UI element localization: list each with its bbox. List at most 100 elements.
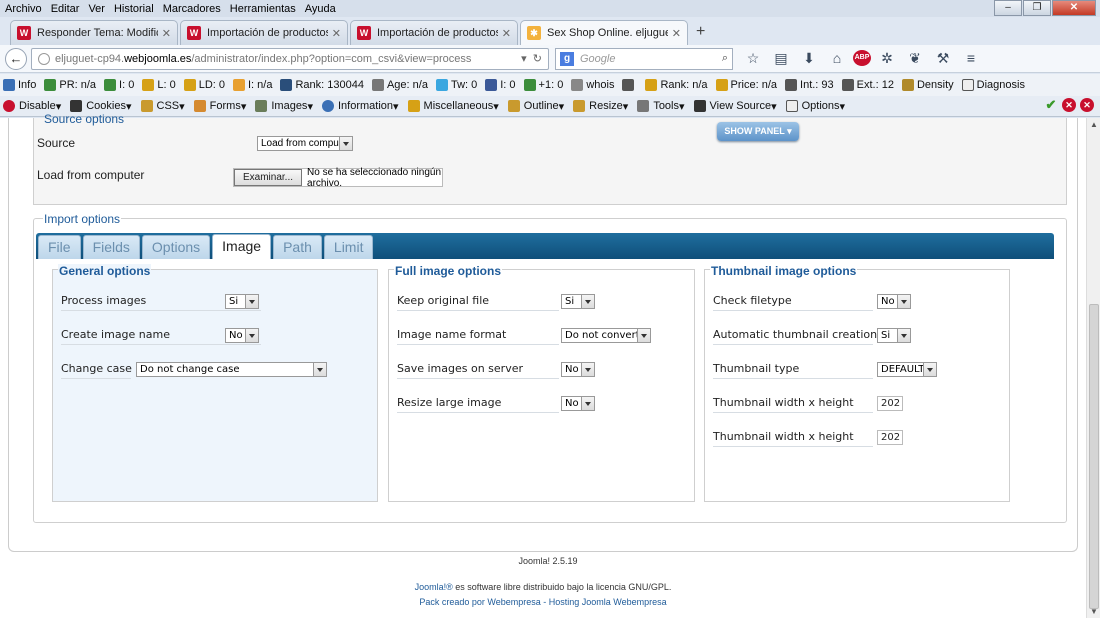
pack-credit-link[interactable]: Pack creado por Webempresa - Hosting Joo… <box>0 597 1086 607</box>
menu-ver[interactable]: Ver <box>88 3 105 15</box>
full-image-options-title: Full image options <box>394 264 503 278</box>
menu-archivo[interactable]: Archivo <box>5 3 42 15</box>
tab-options[interactable]: Options <box>141 235 211 259</box>
auto-thumbnail-select[interactable]: Si <box>877 328 911 343</box>
scroll-down-icon[interactable]: ▼ <box>1087 607 1100 616</box>
seo-item[interactable]: Price: n/a <box>715 79 777 91</box>
tab-file[interactable]: File <box>38 235 81 259</box>
seo-item[interactable]: whois <box>571 79 614 91</box>
close-tab-icon[interactable]: ✕ <box>672 27 681 40</box>
create-image-name-select[interactable]: No <box>225 328 259 343</box>
menu-editar[interactable]: Editar <box>51 3 80 15</box>
seo-item[interactable]: Density <box>901 79 954 91</box>
dev-item-tools[interactable]: Tools ▾ <box>637 100 685 113</box>
adblock-icon[interactable]: ABP <box>853 50 871 66</box>
browser-tab[interactable]: W Importación de productos ... ✕ <box>180 20 348 45</box>
menu-marcadores[interactable]: Marcadores <box>163 3 221 15</box>
page-scrollbar[interactable]: ▲ ▼ <box>1086 118 1100 618</box>
scrollbar-thumb[interactable] <box>1089 304 1099 609</box>
maximize-button[interactable]: ❐ <box>1023 0 1051 16</box>
dev-item-disable[interactable]: Disable ▾ <box>3 100 61 113</box>
tab-image[interactable]: Image <box>212 234 272 259</box>
seo-item[interactable]: Tw: 0 <box>435 79 477 91</box>
thumbnail-type-select[interactable]: DEFAULT <box>877 362 937 377</box>
seo-item[interactable]: Rank: n/a <box>645 79 708 91</box>
dev-item-resize[interactable]: Resize ▾ <box>573 100 628 113</box>
dev-item-css[interactable]: CSS ▾ <box>140 100 185 113</box>
back-arrow-icon[interactable]: ← <box>5 47 27 70</box>
dev-item-miscellaneous[interactable]: Miscellaneous ▾ <box>407 100 499 113</box>
seo-item[interactable]: PR: n/a <box>44 79 96 91</box>
browser-tab-active[interactable]: ✱ Sex Shop Online. eljuguete... ✕ <box>520 20 688 45</box>
bookmark-star-icon[interactable]: ☆ <box>741 50 765 67</box>
tab-path[interactable]: Path <box>273 235 322 259</box>
show-panel-button[interactable]: SHOW PANEL ▾ <box>717 122 799 141</box>
joomla-link[interactable]: Joomla!® <box>415 582 453 592</box>
extension-icon[interactable]: ❦ <box>903 50 927 67</box>
download-icon[interactable]: ⬇ <box>797 50 821 67</box>
seo-item[interactable]: I: 0 <box>104 79 134 91</box>
thumbnail-width-input[interactable]: 202 <box>877 396 903 411</box>
dev-item-view-source[interactable]: View Source ▾ <box>693 100 777 113</box>
check-filetype-label: Check filetype <box>713 294 792 307</box>
extension-gear-icon[interactable]: ✲ <box>875 50 899 67</box>
check-filetype-select[interactable]: No <box>877 294 911 309</box>
full-image-options-panel: Full image options Keep original file Si… <box>388 264 695 502</box>
bookmarks-list-icon[interactable]: ▤ <box>769 50 793 67</box>
source-select[interactable]: Load from computer <box>257 136 353 151</box>
browse-button[interactable]: Examinar... <box>234 169 303 186</box>
change-case-select[interactable]: Do not change case <box>136 362 327 377</box>
select-value: Si <box>229 296 239 307</box>
tab-limit[interactable]: Limit <box>323 235 374 259</box>
menu-ayuda[interactable]: Ayuda <box>305 3 336 15</box>
seo-item[interactable]: Ext.: 12 <box>841 79 894 91</box>
thumbnail-height-input[interactable]: 202 <box>877 430 903 445</box>
dev-item-forms[interactable]: Forms ▾ <box>193 100 246 113</box>
browser-tab[interactable]: W Responder Tema: Modifica... ✕ <box>10 20 178 45</box>
seo-item[interactable]: LD: 0 <box>183 79 225 91</box>
url-bar[interactable]: eljuguet-cp94. webjoomla.es/administrator… <box>31 47 549 70</box>
scroll-up-icon[interactable]: ▲ <box>1087 120 1100 129</box>
new-tab-icon[interactable]: + <box>696 23 705 41</box>
page-content: Source options Source Load from computer… <box>0 112 1086 618</box>
tab-fields[interactable]: Fields <box>82 235 140 259</box>
check-icon[interactable]: ✔ <box>1044 98 1058 112</box>
seo-item[interactable]: Age: n/a <box>371 79 428 91</box>
process-images-select[interactable]: Si <box>225 294 259 309</box>
close-tab-icon[interactable]: ✕ <box>332 27 341 40</box>
search-input[interactable]: g Google ⌕ <box>555 47 733 70</box>
seo-item[interactable]: Info <box>3 79 36 91</box>
dev-item-images[interactable]: Images ▾ <box>255 100 313 113</box>
dev-item-information[interactable]: Information ▾ <box>321 100 399 113</box>
image-name-format-select[interactable]: Do not convert <box>561 328 651 343</box>
close-window-button[interactable]: ✕ <box>1052 0 1096 16</box>
close-tab-icon[interactable]: ✕ <box>162 27 171 40</box>
tools-icon[interactable]: ⚒ <box>931 50 955 67</box>
dev-item-cookies[interactable]: Cookies ▾ <box>70 100 132 113</box>
seo-item[interactable]: I: n/a <box>233 79 272 91</box>
resize-large-select[interactable]: No <box>561 396 595 411</box>
minimize-button[interactable]: – <box>994 0 1022 16</box>
seo-item[interactable]: I: 0 <box>485 79 516 91</box>
close-tab-icon[interactable]: ✕ <box>502 27 511 40</box>
seo-item[interactable]: Int.: 93 <box>785 79 834 91</box>
seo-item[interactable]: L: 0 <box>142 79 176 91</box>
file-input[interactable]: Examinar... No se ha seleccionado ningún… <box>233 167 443 189</box>
menu-historial[interactable]: Historial <box>114 3 154 15</box>
dev-item-outline[interactable]: Outline ▾ <box>507 100 564 113</box>
seo-item[interactable]: Rank: 130044 <box>280 79 364 91</box>
reload-icon[interactable]: ▾ ↻ <box>521 52 542 65</box>
search-icon[interactable]: ⌕ <box>722 52 728 65</box>
seo-item[interactable] <box>622 79 637 91</box>
home-icon[interactable]: ⌂ <box>825 50 849 67</box>
close-toolbar-icon[interactable]: ✕ <box>1080 98 1094 112</box>
save-on-server-select[interactable]: No <box>561 362 595 377</box>
dev-item-options[interactable]: Options ▾ <box>785 100 845 113</box>
seo-item[interactable]: Diagnosis <box>961 79 1025 91</box>
error-icon[interactable]: ✕ <box>1062 98 1076 112</box>
hamburger-menu-icon[interactable]: ≡ <box>959 50 983 67</box>
seo-item[interactable]: +1: 0 <box>523 79 563 91</box>
keep-original-select[interactable]: Si <box>561 294 595 309</box>
menu-herramientas[interactable]: Herramientas <box>230 3 296 15</box>
browser-tab[interactable]: W Importación de productos ... ✕ <box>350 20 518 45</box>
